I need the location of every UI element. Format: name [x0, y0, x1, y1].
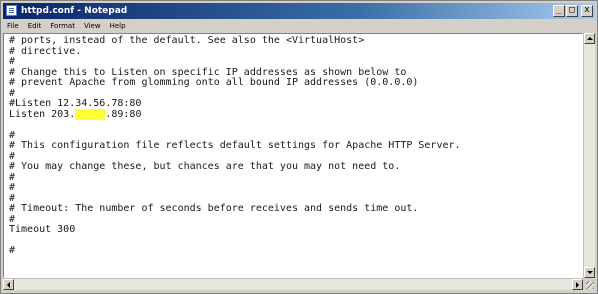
title-bar[interactable]: httpd.conf - Notepad _ □ x — [3, 3, 595, 19]
window-controls: _ □ x — [553, 5, 593, 17]
editor-line: # ports, instead of the default. See als… — [9, 35, 365, 46]
editor-line: # directive. — [9, 45, 82, 57]
editor-line: # Timeout: The number of seconds before … — [9, 203, 419, 214]
redacted-ip-highlight: xxxxx — [75, 108, 106, 120]
editor-line: #Listen 12.34.56.78:80 — [9, 98, 142, 109]
menu-format[interactable]: Format — [50, 20, 75, 32]
horizontal-scrollbar[interactable] — [3, 278, 583, 290]
editor-line: # — [9, 182, 16, 193]
scroll-up-icon[interactable] — [584, 33, 595, 44]
menu-file[interactable]: File — [7, 20, 19, 32]
menu-help[interactable]: Help — [110, 20, 126, 32]
window-title: httpd.conf - Notepad — [21, 6, 128, 16]
editor-line: # This configuration file reflects defau… — [9, 140, 461, 151]
editor-line: # — [9, 56, 16, 67]
close-button[interactable]: x — [581, 5, 593, 17]
menu-view[interactable]: View — [84, 20, 101, 32]
vertical-scrollbar[interactable] — [583, 33, 595, 278]
scroll-right-icon[interactable] — [572, 279, 583, 290]
resize-grip-icon[interactable] — [583, 278, 595, 290]
scroll-down-icon[interactable] — [584, 267, 595, 278]
editor-line: # You may change these, but chances are … — [9, 161, 401, 172]
notepad-icon — [6, 5, 17, 16]
editor-line: # — [9, 245, 16, 256]
editor-line: # — [9, 213, 16, 225]
menu-bar: File Edit Format View Help — [3, 20, 595, 32]
editor-line: # — [9, 171, 16, 183]
listen-suffix: .89:80 — [105, 108, 142, 120]
editor-line: Timeout 300 — [9, 224, 76, 235]
scroll-left-icon[interactable] — [3, 279, 14, 290]
minimize-button[interactable]: _ — [553, 5, 565, 17]
editor-content: # ports, instead of the default. See als… — [9, 35, 461, 257]
editor-line-listen: Listen 203.xxxxx.89:80 — [9, 108, 461, 121]
menu-edit[interactable]: Edit — [28, 20, 42, 32]
editor-line: # prevent Apache from glomming onto all … — [9, 77, 419, 88]
listen-prefix: Listen 203. — [9, 108, 76, 120]
maximize-button[interactable]: □ — [566, 5, 578, 17]
text-editor[interactable]: # ports, instead of the default. See als… — [3, 33, 583, 278]
notepad-window: httpd.conf - Notepad _ □ x File Edit For… — [0, 0, 598, 294]
